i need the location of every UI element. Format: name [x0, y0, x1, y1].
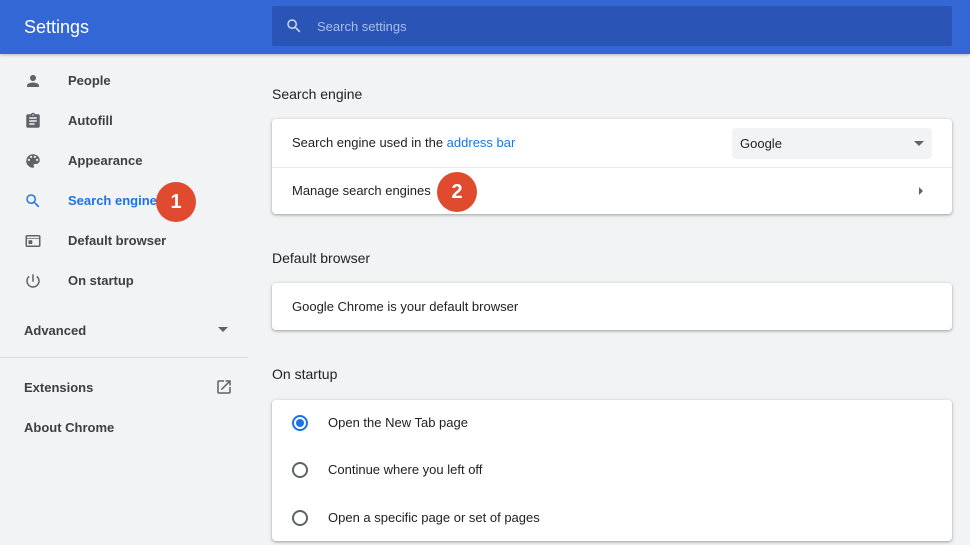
search-icon	[26, 194, 40, 208]
search-engine-row: Search engine used in the address bar Go…	[272, 119, 952, 167]
search-engine-label-text: Search engine used in the	[292, 135, 447, 150]
sidebar-divider	[0, 357, 248, 358]
radio-button[interactable]	[292, 462, 308, 478]
manage-search-engines-row[interactable]: Manage search engines	[272, 168, 952, 214]
search-engine-select-value: Google	[740, 136, 782, 151]
section-title-search-engine: Search engine	[272, 86, 363, 102]
section-title-default-browser: Default browser	[272, 250, 371, 266]
startup-option-row[interactable]: Open a specific page or set of pages	[272, 495, 952, 541]
on-startup-card: Open the New Tab page Continue where you…	[272, 400, 952, 541]
sidebar-item-people[interactable]: People	[0, 61, 248, 101]
sidebar-item-autofill[interactable]: Autofill	[0, 101, 248, 141]
clipboard-icon	[26, 112, 40, 128]
section-title-on-startup: On startup	[272, 366, 338, 382]
sidebar-item-label: Appearance	[68, 153, 143, 168]
default-browser-card: Google Chrome is your default browser	[272, 283, 952, 330]
sidebar-item-label: On startup	[68, 273, 134, 288]
sidebar-item-label: Autofill	[68, 113, 113, 128]
person-icon	[27, 75, 39, 87]
sidebar-item-appearance[interactable]: Appearance	[0, 141, 248, 181]
manage-search-engines-label: Manage search engines	[292, 183, 431, 198]
sidebar: People Autofill Appearance Search engine…	[0, 54, 248, 545]
search-engine-label: Search engine used in the address bar	[292, 136, 515, 150]
sidebar-item-label: Search engine	[68, 193, 157, 208]
extensions-link[interactable]: Extensions	[24, 380, 93, 395]
startup-option-label: Continue where you left off	[328, 462, 483, 477]
search-icon	[287, 19, 301, 33]
page-title: Settings	[24, 17, 90, 37]
chevron-down-icon	[218, 327, 228, 332]
sidebar-item-label: People	[68, 73, 111, 88]
about-chrome-link[interactable]: About Chrome	[24, 420, 114, 435]
default-browser-status: Google Chrome is your default browser	[292, 299, 519, 314]
search-engine-card: Search engine used in the address bar Go…	[272, 119, 952, 214]
startup-option-label: Open a specific page or set of pages	[328, 510, 540, 525]
startup-option-row[interactable]: Open the New Tab page	[272, 400, 952, 446]
advanced-label: Advanced	[24, 323, 87, 338]
dropdown-arrow-icon	[914, 141, 924, 146]
search-input[interactable]	[317, 6, 937, 46]
step-badge-2: 2	[437, 172, 477, 212]
radio-button-checked[interactable]	[292, 415, 308, 431]
power-icon	[26, 274, 40, 288]
top-bar: Settings	[0, 0, 970, 54]
startup-option-row[interactable]: Continue where you left off	[272, 447, 952, 493]
open-in-new-icon[interactable]	[215, 378, 233, 396]
palette-icon	[26, 154, 40, 168]
sidebar-item-on-startup[interactable]: On startup	[0, 261, 248, 301]
chevron-right-icon	[919, 187, 923, 195]
browser-window-icon	[25, 235, 41, 247]
startup-option-label: Open the New Tab page	[328, 415, 468, 430]
advanced-toggle[interactable]: Advanced	[0, 310, 248, 350]
search-engine-select[interactable]: Google	[732, 128, 932, 159]
step-badge-1: 1	[156, 182, 196, 222]
address-bar-link[interactable]: address bar	[447, 135, 516, 150]
search-box[interactable]	[272, 6, 952, 46]
sidebar-item-default-browser[interactable]: Default browser	[0, 221, 248, 261]
sidebar-item-label: Default browser	[68, 233, 167, 248]
radio-button[interactable]	[292, 510, 308, 526]
sidebar-item-search-engine[interactable]: Search engine	[0, 181, 248, 221]
